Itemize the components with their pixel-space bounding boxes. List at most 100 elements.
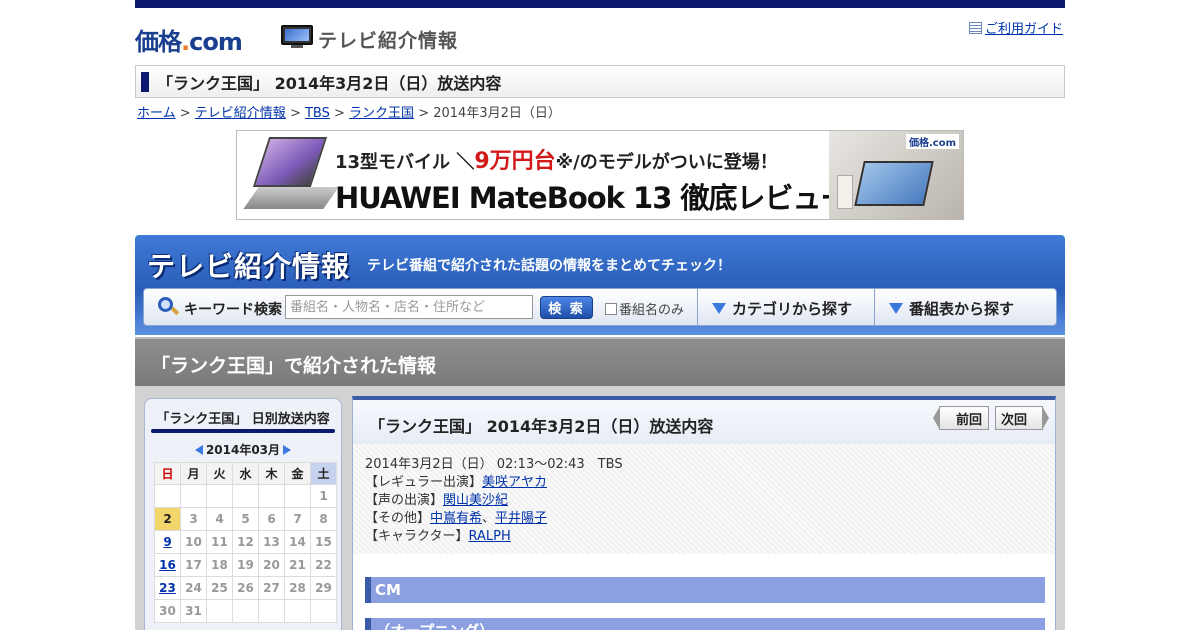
banner-headline: 13型モバイル ＼9万円台※/のモデルがついに登場！: [335, 149, 778, 174]
laptop-image: [243, 137, 339, 215]
site-header: 価格.com テレビ紹介情報 ご利用ガイド: [135, 8, 1065, 64]
triangle-down-icon: [889, 303, 903, 314]
cast-link[interactable]: RALPH: [468, 529, 510, 544]
calendar-day: 10: [180, 530, 207, 554]
banner-photo: 価格.com: [829, 131, 963, 219]
next-episode-button[interactable]: 次回: [995, 406, 1049, 430]
cast-link[interactable]: 中嶌有希: [430, 511, 482, 526]
calendar-weekday: 日: [154, 462, 181, 485]
calendar-day-link[interactable]: 23: [159, 581, 176, 595]
kakaku-logo[interactable]: 価格.com: [135, 22, 243, 57]
broadcast-calendar: 「ランク王国」 日別放送内容 2014年03月 日月火水木金土 12345678…: [144, 398, 342, 630]
calendar-weekday: 火: [206, 462, 233, 485]
calendar-day-link[interactable]: 16: [159, 558, 176, 572]
calendar-day: 1: [310, 484, 337, 508]
calendar-day: 27: [258, 576, 285, 600]
calendar-day: 6: [258, 507, 285, 531]
calendar-day[interactable]: 9: [154, 530, 181, 554]
page-title-bar: 「ランク王国」 2014年3月2日（日）放送内容: [135, 65, 1065, 98]
calendar-day: [310, 599, 337, 623]
calendar-day: 29: [310, 576, 337, 600]
breadcrumb-station[interactable]: TBS: [305, 106, 330, 121]
breadcrumb-home[interactable]: ホーム: [137, 106, 176, 121]
calendar-day: 22: [310, 553, 337, 577]
section-title: 「ランク王国」で紹介された情報: [151, 355, 437, 377]
calendar-day-link[interactable]: 9: [163, 535, 171, 549]
segment-heading: （オープニング）: [365, 618, 1045, 630]
calendar-day: [258, 484, 285, 508]
calendar-day: 30: [154, 599, 181, 623]
tv-info-logo[interactable]: テレビ紹介情報: [147, 245, 350, 285]
broadcast-time: 2014年3月2日（日） 02:13～02:43 TBS: [365, 457, 623, 472]
keyword-search-label: キーワード検索: [184, 302, 282, 318]
magnifier-icon: [158, 297, 180, 317]
calendar-day: 17: [180, 553, 207, 577]
search-button[interactable]: 検 索: [540, 296, 593, 319]
breadcrumb-current: 2014年3月2日（日）: [433, 106, 561, 121]
calendar-day: [232, 599, 259, 623]
top-accent-bar: [135, 0, 1065, 8]
calendar-grid: 日月火水木金土 1 2 3 4 5 6 7 8 9 10 11 12 13 14 15 16 17 18 19 20 2…: [154, 462, 337, 623]
calendar-weekday: 金: [284, 462, 311, 485]
content-area: 「ランク王国」 日別放送内容 2014年03月 日月火水木金土 12345678…: [135, 386, 1065, 630]
calendar-month-nav: 2014年03月: [145, 441, 341, 458]
checkbox-box[interactable]: [605, 302, 617, 315]
search-bar: キーワード検索 検 索 番組名のみ カテゴリから探す 番組表から探す: [143, 288, 1057, 326]
episode-header: 「ランク王国」 2014年3月2日（日）放送内容 前回 次回: [353, 400, 1055, 444]
user-guide-link[interactable]: ご利用ガイド: [968, 18, 1063, 37]
episode-info: 2014年3月2日（日） 02:13～02:43 TBS 【レギュラー出演】美咲…: [353, 444, 1055, 554]
calendar-day: 11: [206, 530, 233, 554]
schedule-search-button[interactable]: 番組表から探す: [889, 298, 1014, 319]
tv-info-tagline: テレビ番組で紹介された話題の情報をまとめてチェック！: [367, 258, 731, 274]
calendar-weekday: 土: [310, 462, 337, 485]
cast-link[interactable]: 美咲アヤカ: [482, 475, 547, 490]
breadcrumb-tv[interactable]: テレビ紹介情報: [195, 106, 286, 121]
site-section-title[interactable]: テレビ紹介情報: [318, 26, 458, 53]
calendar-day: 21: [284, 553, 311, 577]
calendar-day: 5: [232, 507, 259, 531]
calendar-title: 「ランク王国」 日別放送内容: [156, 412, 330, 427]
calendar-day: 25: [206, 576, 233, 600]
search-input[interactable]: [285, 295, 533, 319]
calendar-day: 4: [206, 507, 233, 531]
segment-heading: CM: [365, 577, 1045, 603]
prev-month-icon[interactable]: [194, 444, 203, 455]
calendar-day: 18: [206, 553, 233, 577]
calendar-day: 19: [232, 553, 259, 577]
calendar-day: 3: [180, 507, 207, 531]
breadcrumb-program[interactable]: ランク王国: [349, 106, 414, 121]
next-month-icon[interactable]: [283, 444, 292, 455]
calendar-day: [180, 484, 207, 508]
calendar-day: [206, 484, 233, 508]
program-name-only-checkbox[interactable]: 番組名のみ: [605, 299, 684, 318]
calendar-day: [232, 484, 259, 508]
calendar-day: 14: [284, 530, 311, 554]
section-header: 「ランク王国」で紹介された情報: [135, 337, 1065, 386]
cast-link[interactable]: 平井陽子: [495, 511, 547, 526]
calendar-day: 2: [154, 507, 181, 531]
calendar-day: 20: [258, 553, 285, 577]
episode-title: 「ランク王国」 2014年3月2日（日）放送内容: [369, 417, 714, 436]
calendar-day: 31: [180, 599, 207, 623]
calendar-weekday: 木: [258, 462, 285, 485]
cast-link[interactable]: 関山美沙紀: [443, 493, 508, 508]
calendar-weekday: 水: [232, 462, 259, 485]
prev-episode-button[interactable]: 前回: [933, 406, 989, 430]
calendar-day[interactable]: 16: [154, 553, 181, 577]
category-search-button[interactable]: カテゴリから探す: [712, 298, 852, 319]
calendar-month: 2014年03月: [205, 443, 281, 457]
calendar-day: 13: [258, 530, 285, 554]
calendar-weekday: 月: [180, 462, 207, 485]
calendar-day[interactable]: 23: [154, 576, 181, 600]
calendar-day: 24: [180, 576, 207, 600]
page-title: 「ランク王国」 2014年3月2日（日）放送内容: [157, 73, 502, 93]
calendar-day: 28: [284, 576, 311, 600]
calendar-day: [284, 484, 311, 508]
tv-info-header: テレビ紹介情報 テレビ番組で紹介された話題の情報をまとめてチェック！ キーワード…: [135, 235, 1065, 335]
calendar-day: 7: [284, 507, 311, 531]
ad-banner[interactable]: 13型モバイル ＼9万円台※/のモデルがついに登場！ HUAWEI MateBo…: [236, 130, 964, 220]
calendar-day: [206, 599, 233, 623]
calendar-day: 12: [232, 530, 259, 554]
calendar-day: [154, 484, 181, 508]
calendar-day: [258, 599, 285, 623]
